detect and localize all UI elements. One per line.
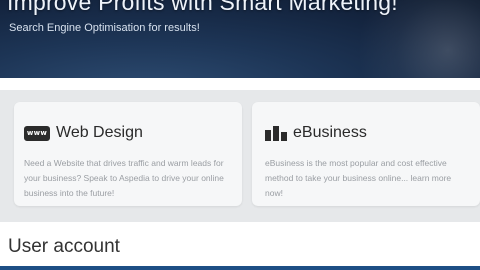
feature-cards-band: www Web Design Need a Website that drive… [0,90,480,222]
www-icon: www [24,125,50,141]
user-account-heading: User account [8,236,120,257]
banner-divider [0,78,480,90]
hero-banner: Improve Profits with Smart Marketing! Se… [0,0,480,78]
ebusiness-title[interactable]: eBusiness [293,124,367,142]
ebusiness-description: eBusiness is the most popular and cost e… [265,158,452,198]
section-accent-stripe [0,266,480,270]
card-header: www Web Design [24,124,143,142]
bar-chart-icon [265,125,287,141]
www-icon-label: www [26,128,48,137]
web-design-card[interactable]: www Web Design Need a Website that drive… [14,102,242,206]
page: Improve Profits with Smart Marketing! Se… [0,0,480,270]
hero-subtitle: Search Engine Optimisation for results! [9,22,200,34]
web-design-title[interactable]: Web Design [56,124,143,142]
card-header: eBusiness [265,124,367,142]
ebusiness-card[interactable]: eBusiness eBusiness is the most popular … [252,102,480,206]
user-account-section: User account [0,222,480,270]
hero-title: Improve Profits with Smart Marketing! [7,0,398,15]
web-design-description: Need a Website that drives traffic and w… [24,158,224,198]
